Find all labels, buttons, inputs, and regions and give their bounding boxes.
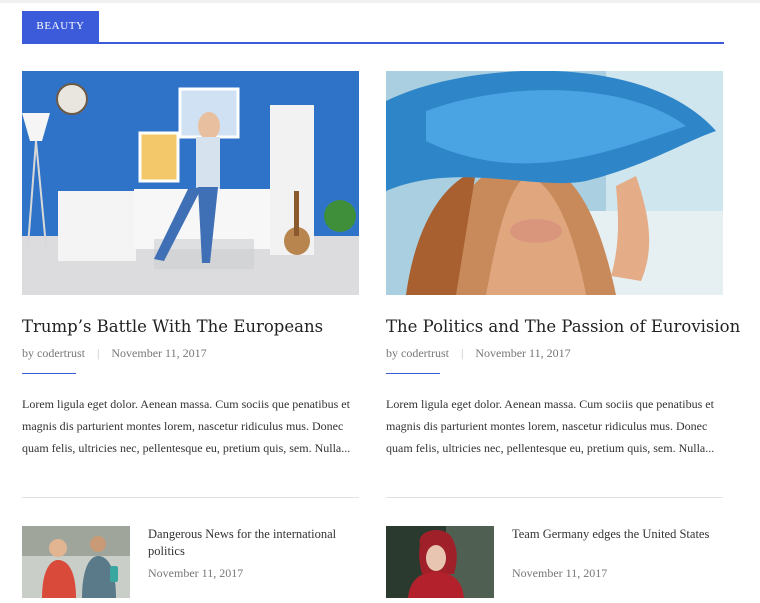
top-divider <box>0 0 760 3</box>
title-accent-line <box>386 373 440 374</box>
card-divider <box>22 497 359 498</box>
related-post-2: Team Germany edges the United States Nov… <box>386 526 723 598</box>
related-title-1[interactable]: Dangerous News for the international pol… <box>148 526 348 560</box>
category-tag[interactable]: BEAUTY <box>22 11 99 42</box>
featured-image-2[interactable] <box>386 71 723 295</box>
featured-post-2: The Politics and The Passion of Eurovisi… <box>386 71 740 498</box>
meta-separator: | <box>96 346 100 360</box>
author-link[interactable]: by codertrust <box>386 346 449 360</box>
featured-image-1[interactable] <box>22 71 359 295</box>
title-accent-line <box>22 373 76 374</box>
card-divider <box>386 497 723 498</box>
related-date-1: November 11, 2017 <box>148 566 244 580</box>
author-link[interactable]: by codertrust <box>22 346 85 360</box>
post-meta-2: by codertrust | November 11, 2017 <box>386 346 571 361</box>
post-meta-1: by codertrust | November 11, 2017 <box>22 346 207 361</box>
post-date: November 11, 2017 <box>475 346 571 360</box>
post-excerpt-2: Lorem ligula eget dolor. Aenean massa. C… <box>386 397 715 455</box>
related-title-2[interactable]: Team Germany edges the United States <box>512 526 712 543</box>
related-thumbnail-2[interactable] <box>386 526 494 598</box>
post-title-2[interactable]: The Politics and The Passion of Eurovisi… <box>386 317 740 336</box>
section-underline <box>22 42 724 44</box>
post-title-1[interactable]: Trump’s Battle With The Europeans <box>22 317 323 336</box>
section-header: BEAUTY <box>22 11 724 44</box>
post-excerpt-1: Lorem ligula eget dolor. Aenean massa. C… <box>22 397 351 455</box>
related-date-2: November 11, 2017 <box>512 566 608 580</box>
related-thumbnail-1[interactable] <box>22 526 130 598</box>
meta-separator: | <box>460 346 464 360</box>
featured-post-1: Trump’s Battle With The Europeans by cod… <box>22 71 359 498</box>
post-date: November 11, 2017 <box>111 346 207 360</box>
related-post-1: Dangerous News for the international pol… <box>22 526 359 598</box>
